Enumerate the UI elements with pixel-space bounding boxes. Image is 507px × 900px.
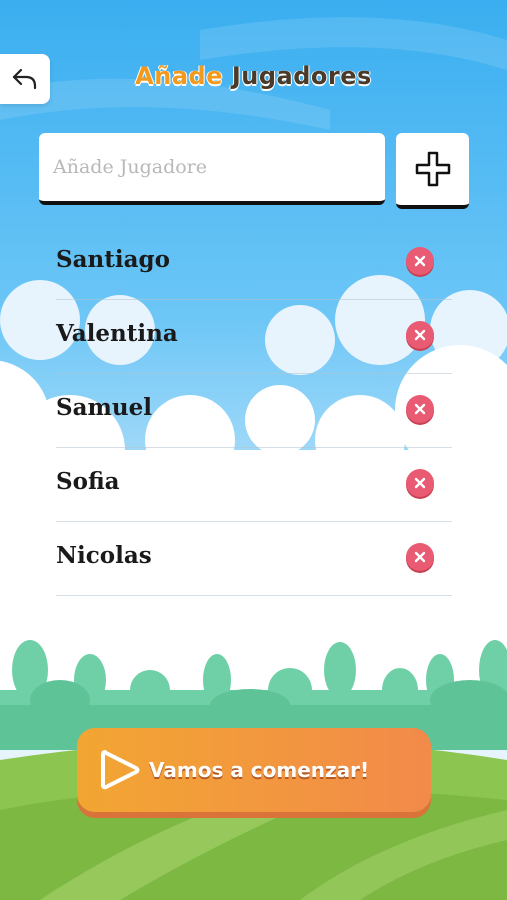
player-row: Sofia xyxy=(56,448,452,522)
delete-player-button[interactable] xyxy=(406,469,434,497)
close-icon xyxy=(414,403,426,415)
close-icon xyxy=(414,477,426,489)
player-name: Santiago xyxy=(56,246,170,273)
plus-icon xyxy=(415,151,450,187)
player-row: Valentina xyxy=(56,300,452,374)
player-name: Samuel xyxy=(56,394,152,421)
player-name-field-container xyxy=(39,133,385,205)
delete-player-button[interactable] xyxy=(406,395,434,423)
delete-player-button[interactable] xyxy=(406,321,434,349)
start-game-label: Vamos a comenzar! xyxy=(149,758,370,782)
player-row: Samuel xyxy=(56,374,452,448)
player-row: Nicolas xyxy=(56,522,452,596)
add-player-button[interactable] xyxy=(396,133,469,209)
page-title: Añade Jugadores xyxy=(0,62,507,90)
player-name: Sofia xyxy=(56,468,120,495)
close-icon xyxy=(414,255,426,267)
delete-player-button[interactable] xyxy=(406,543,434,571)
player-name-input[interactable] xyxy=(39,133,385,201)
close-icon xyxy=(414,551,426,563)
play-icon xyxy=(101,750,140,790)
close-icon xyxy=(414,329,426,341)
players-list: Santiago Valentina Samuel Sofia Nicolas xyxy=(56,226,452,596)
title-part-1: Añade xyxy=(135,62,223,90)
player-name: Nicolas xyxy=(56,542,152,569)
title-part-2: Jugadores xyxy=(231,62,372,90)
delete-player-button[interactable] xyxy=(406,247,434,275)
player-row: Santiago xyxy=(56,226,452,300)
start-game-button[interactable]: Vamos a comenzar! xyxy=(77,728,431,812)
player-name: Valentina xyxy=(56,320,178,347)
